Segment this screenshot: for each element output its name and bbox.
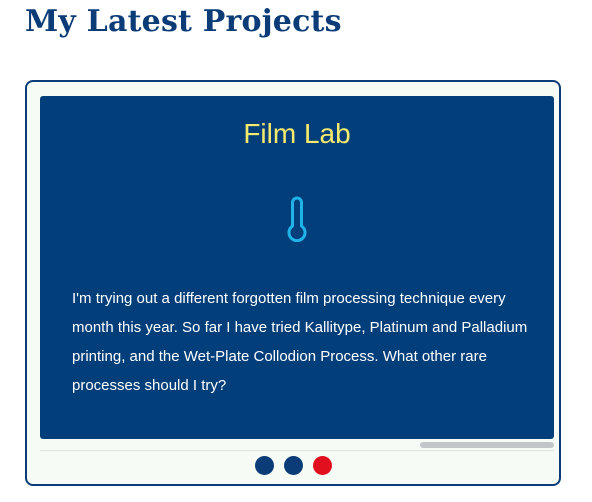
carousel-slide[interactable]: Film Lab I'm trying out a different forg… — [40, 96, 554, 439]
project-carousel: Film Lab I'm trying out a different forg… — [25, 80, 561, 486]
slide-title: Film Lab — [243, 118, 351, 149]
divider — [40, 450, 554, 451]
scrollbar-thumb[interactable] — [420, 442, 554, 448]
carousel-dots — [27, 456, 559, 476]
page-title: My Latest Projects — [25, 4, 342, 39]
carousel-dot-2[interactable] — [283, 456, 303, 475]
slide-description: I'm trying out a different forgotten fil… — [72, 290, 528, 394]
carousel-dot-1[interactable] — [254, 456, 274, 475]
thermometer-icon — [287, 196, 307, 242]
carousel-dot-3-active[interactable] — [312, 456, 332, 475]
